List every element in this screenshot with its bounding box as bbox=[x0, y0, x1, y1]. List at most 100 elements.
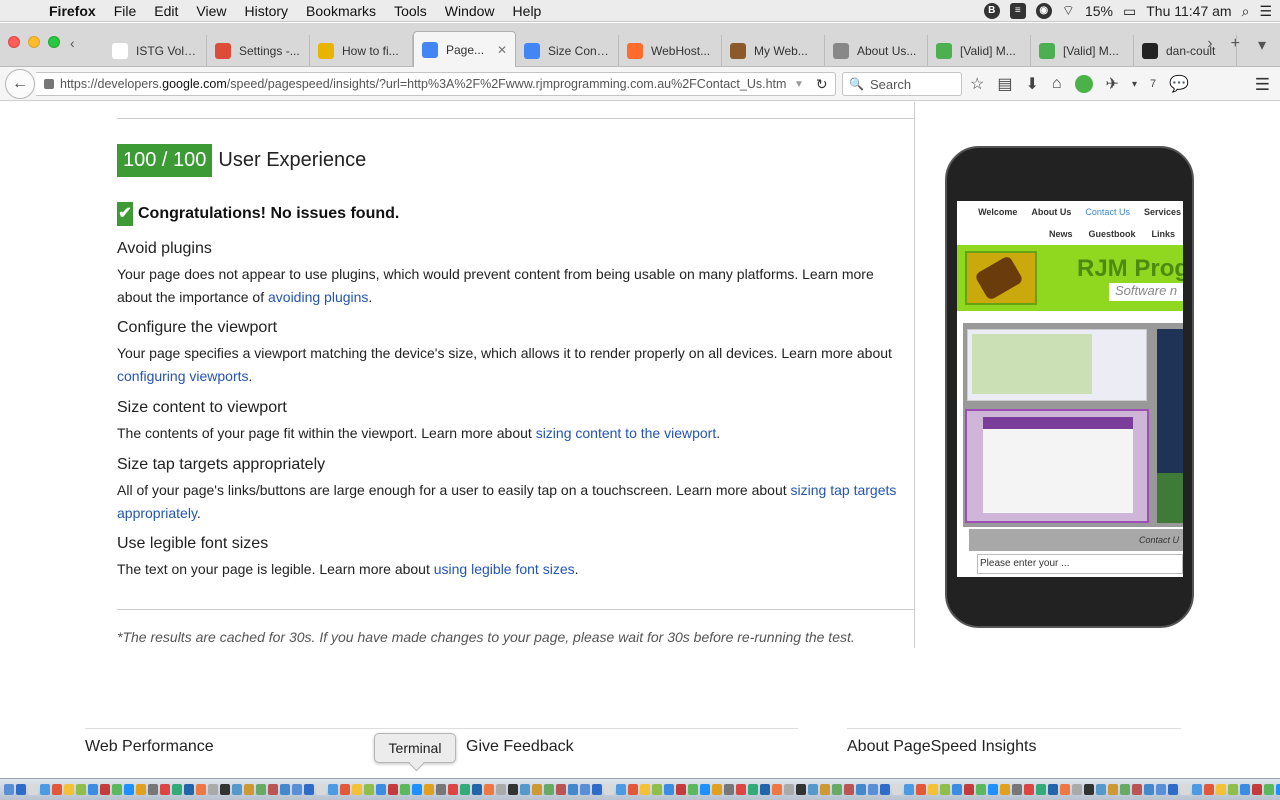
dock-app-icon[interactable] bbox=[916, 784, 926, 795]
dock-app-icon[interactable] bbox=[484, 784, 494, 795]
dock-app-icon[interactable] bbox=[1252, 784, 1262, 795]
reading-list-icon[interactable]: ▤ bbox=[997, 74, 1012, 94]
dock-app-icon[interactable] bbox=[544, 784, 554, 795]
dock-app-icon[interactable] bbox=[508, 784, 518, 795]
extension-dropdown-icon[interactable]: ▾ bbox=[1132, 79, 1137, 90]
rule-link[interactable]: sizing content to the viewport bbox=[536, 425, 717, 441]
address-bar[interactable]: https://developers.google.com/speed/page… bbox=[36, 72, 836, 96]
dock-app-icon[interactable] bbox=[796, 784, 806, 795]
dock-app-icon[interactable] bbox=[1264, 784, 1274, 795]
dock-app-icon[interactable] bbox=[580, 784, 590, 795]
dock-app-icon[interactable] bbox=[1108, 784, 1118, 795]
dock-app-icon[interactable] bbox=[208, 784, 218, 795]
downloads-icon[interactable]: ⬇ bbox=[1025, 74, 1038, 94]
dock-app-icon[interactable] bbox=[460, 784, 470, 795]
footer-give-feedback[interactable]: Give Feedback bbox=[466, 738, 574, 756]
dock-app-icon[interactable] bbox=[1216, 784, 1226, 795]
menu-help[interactable]: Help bbox=[504, 3, 551, 19]
menu-edit[interactable]: Edit bbox=[145, 3, 187, 19]
rule-link[interactable]: configuring viewports bbox=[117, 368, 249, 384]
dock-app-icon[interactable] bbox=[952, 784, 962, 795]
dock-app-icon[interactable] bbox=[1060, 784, 1070, 795]
rule-link[interactable]: avoiding plugins bbox=[268, 289, 368, 305]
url-text[interactable]: https://developers.google.com/speed/page… bbox=[60, 77, 790, 91]
dock-app-icon[interactable] bbox=[532, 784, 542, 795]
dock-app-icon[interactable] bbox=[520, 784, 530, 795]
search-input[interactable]: 🔍 Search bbox=[842, 72, 962, 96]
dock-app-icon[interactable] bbox=[856, 784, 866, 795]
dock-app-icon[interactable] bbox=[988, 784, 998, 795]
tab-6[interactable]: My Web... bbox=[722, 35, 825, 67]
dock-app-icon[interactable] bbox=[652, 784, 662, 795]
dock-app-icon[interactable] bbox=[880, 784, 890, 795]
rule-link[interactable]: using legible font sizes bbox=[434, 561, 575, 577]
dock-app-icon[interactable] bbox=[1228, 784, 1238, 795]
circle-status-icon[interactable]: ◉ bbox=[1035, 3, 1052, 19]
menu-app-firefox[interactable]: Firefox bbox=[40, 3, 105, 19]
dock-app-icon[interactable] bbox=[1012, 784, 1022, 795]
dock-app-icon[interactable] bbox=[676, 784, 686, 795]
tab-1[interactable]: Settings -... bbox=[207, 35, 310, 67]
dock-app-icon[interactable] bbox=[88, 784, 98, 795]
dock-app-icon[interactable] bbox=[1024, 784, 1034, 795]
menu-file[interactable]: File bbox=[105, 3, 146, 19]
dock-app-icon[interactable] bbox=[760, 784, 770, 795]
dock-app-icon[interactable] bbox=[448, 784, 458, 795]
dock-app-icon[interactable] bbox=[700, 784, 710, 795]
tabs-scroll-left-icon[interactable]: ‹ bbox=[70, 35, 75, 51]
dock-app-icon[interactable] bbox=[748, 784, 758, 795]
dock-app-icon[interactable] bbox=[292, 784, 302, 795]
dock-app-icon[interactable] bbox=[844, 784, 854, 795]
dock-app-icon[interactable] bbox=[376, 784, 386, 795]
bookmark-star-icon[interactable]: ☆ bbox=[970, 74, 984, 94]
tab-2[interactable]: How to fi... bbox=[310, 35, 413, 67]
dock-app-icon[interactable] bbox=[244, 784, 254, 795]
notification-center-icon[interactable]: ☰ bbox=[1259, 3, 1272, 20]
dock-app-icon[interactable] bbox=[472, 784, 482, 795]
dock-app-icon[interactable] bbox=[940, 784, 950, 795]
tab-8[interactable]: [Valid] M... bbox=[928, 35, 1031, 67]
dock-app-icon[interactable] bbox=[976, 784, 986, 795]
open-menu-icon[interactable]: ☰ bbox=[1255, 75, 1270, 95]
dock-app-icon[interactable] bbox=[76, 784, 86, 795]
dock-app-icon[interactable] bbox=[592, 784, 602, 795]
dock-app-icon[interactable] bbox=[832, 784, 842, 795]
window-close-button[interactable] bbox=[8, 36, 20, 48]
dock-app-icon[interactable] bbox=[736, 784, 746, 795]
dock-app-icon[interactable] bbox=[784, 784, 794, 795]
footer-about-pagespeed[interactable]: About PageSpeed Insights bbox=[847, 738, 1036, 756]
url-history-dropdown-icon[interactable]: ▼ bbox=[794, 79, 804, 90]
dock-app-icon[interactable] bbox=[904, 784, 914, 795]
dock-app-icon[interactable] bbox=[1132, 784, 1142, 795]
tab-3[interactable]: Page... ✕ bbox=[413, 31, 516, 67]
dock-app-icon[interactable] bbox=[436, 784, 446, 795]
dock-app-icon[interactable] bbox=[112, 784, 122, 795]
dock-app-icon[interactable] bbox=[772, 784, 782, 795]
new-tab-icon[interactable]: + bbox=[1231, 35, 1240, 55]
dock-app-icon[interactable] bbox=[148, 784, 158, 795]
menu-view[interactable]: View bbox=[187, 3, 235, 19]
footer-web-performance[interactable]: Web Performance bbox=[85, 738, 214, 756]
wifi-icon[interactable]: ⌔ bbox=[1062, 2, 1075, 20]
spotlight-search-icon[interactable]: ⌕ bbox=[1242, 3, 1250, 20]
dock-app-icon[interactable] bbox=[64, 784, 74, 795]
dock-app-icon[interactable] bbox=[172, 784, 182, 795]
dock-app-icon[interactable] bbox=[820, 784, 830, 795]
dock-app-icon[interactable] bbox=[724, 784, 734, 795]
dock-app-icon[interactable] bbox=[388, 784, 398, 795]
dock-app-icon[interactable] bbox=[1000, 784, 1010, 795]
tab-4[interactable]: Size Cont... bbox=[516, 35, 619, 67]
close-tab-icon[interactable]: ✕ bbox=[497, 43, 507, 57]
tabs-scroll-right-icon[interactable]: › bbox=[1207, 35, 1212, 55]
dock-app-icon[interactable] bbox=[712, 784, 722, 795]
tab-0[interactable]: ISTG Vol 6 - ... bbox=[104, 35, 207, 67]
extension-bird-icon[interactable]: ✈ bbox=[1106, 74, 1119, 94]
dock-app-icon[interactable] bbox=[1120, 784, 1130, 795]
dock-app-icon[interactable] bbox=[52, 784, 62, 795]
dock-app-icon[interactable] bbox=[1156, 784, 1166, 795]
dock-app-icon[interactable] bbox=[628, 784, 638, 795]
dock-app-icon[interactable] bbox=[640, 784, 650, 795]
back-button[interactable]: ← bbox=[5, 69, 35, 99]
dock-app-icon[interactable] bbox=[568, 784, 578, 795]
window-zoom-button[interactable] bbox=[48, 36, 60, 48]
